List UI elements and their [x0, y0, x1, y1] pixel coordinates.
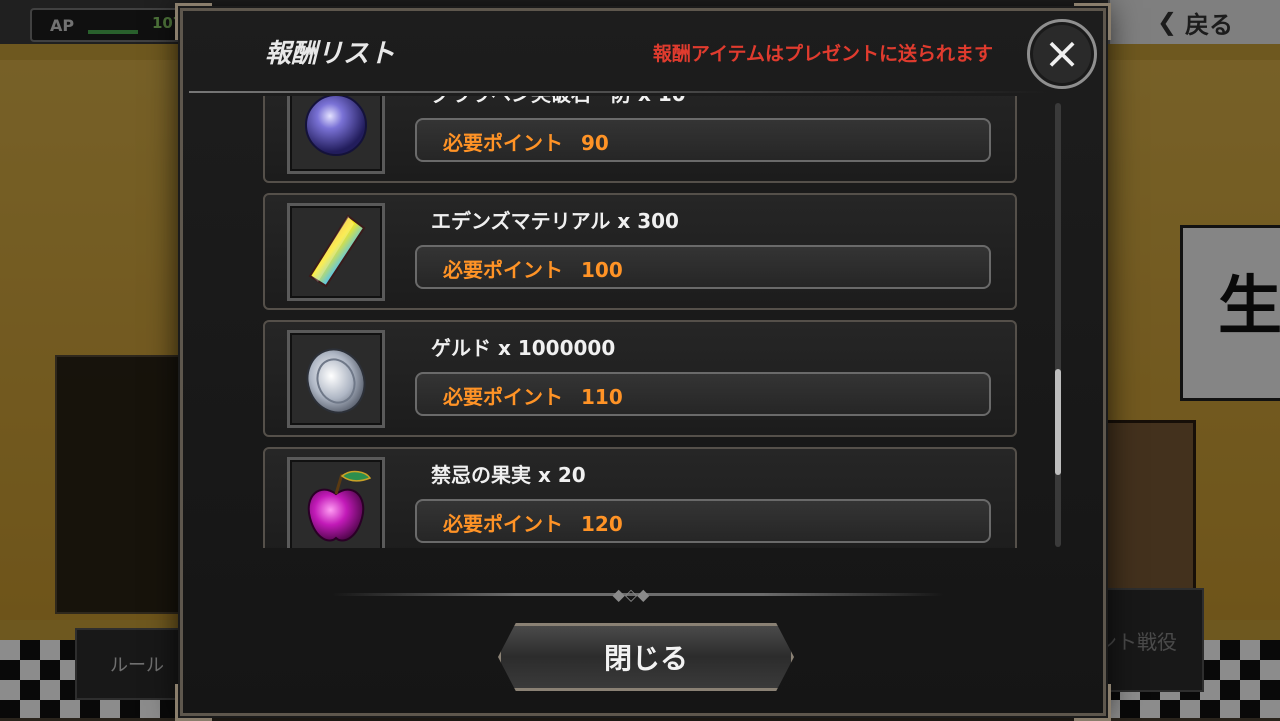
reward-name: エデンズマテリアル x 300 [431, 209, 679, 233]
forbidden-fruit-icon [287, 457, 385, 548]
reward-list-content: グラウベン突破石・防 x 10 必要ポイント 90 [263, 96, 1023, 548]
purple-orb-icon [287, 96, 385, 174]
points-prefix: 必要ポイント [443, 512, 563, 536]
corner-ornament-icon [175, 684, 212, 721]
modal-title: 報酬リスト [265, 39, 396, 69]
reward-list-modal: 報酬リスト 報酬アイテムはプレゼントに送られます × 必要ポイント 90 エデン… [175, 3, 1111, 721]
points-bar: 必要ポイント 120 [415, 499, 991, 543]
points-label: 必要ポイント 110 [443, 381, 623, 410]
close-button[interactable]: 閉じる [498, 623, 794, 691]
ornament-icon: ◆◇◆ [612, 585, 650, 604]
silver-coin-icon [287, 330, 385, 428]
points-value: 120 [581, 512, 623, 536]
reward-list[interactable]: グラウベン突破石・防 x 10 必要ポイント 90 [263, 96, 1023, 548]
points-prefix: 必要ポイント [443, 131, 563, 155]
points-prefix: 必要ポイント [443, 258, 563, 282]
points-label: 必要ポイント 120 [443, 508, 623, 537]
close-x-button[interactable]: × [1027, 19, 1097, 89]
corner-ornament-icon [1074, 684, 1111, 721]
points-value: 90 [581, 131, 609, 155]
points-bar: 必要ポイント 110 [415, 372, 991, 416]
corner-ornament-icon [175, 3, 212, 40]
scrollbar-thumb[interactable] [1055, 369, 1061, 475]
reward-row: グラウベン突破石・防 x 10 必要ポイント 90 [263, 96, 1017, 183]
close-icon: × [1043, 28, 1081, 79]
rainbow-crystal-icon [287, 203, 385, 301]
reward-row: エデンズマテリアル x 300 必要ポイント 100 [263, 193, 1017, 310]
points-label: 必要ポイント 100 [443, 254, 623, 283]
present-notice: 報酬アイテムはプレゼントに送られます [652, 43, 993, 65]
reward-row: ゲルド x 1000000 必要ポイント 110 [263, 320, 1017, 437]
scrollbar-track[interactable] [1055, 103, 1061, 547]
reward-row: 禁忌の果実 x 20 必要ポイント 120 [263, 447, 1017, 548]
points-prefix: 必要ポイント [443, 385, 563, 409]
reward-name: グラウベン突破石・防 x 10 [431, 96, 686, 107]
title-divider [189, 91, 1049, 93]
reward-name: 禁忌の果実 x 20 [431, 463, 586, 487]
reward-name: ゲルド x 1000000 [431, 336, 616, 360]
points-value: 100 [581, 258, 623, 282]
points-value: 110 [581, 385, 623, 409]
points-bar: 必要ポイント 90 [415, 118, 991, 162]
points-bar: 必要ポイント 100 [415, 245, 991, 289]
points-label: 必要ポイント 90 [443, 127, 609, 156]
